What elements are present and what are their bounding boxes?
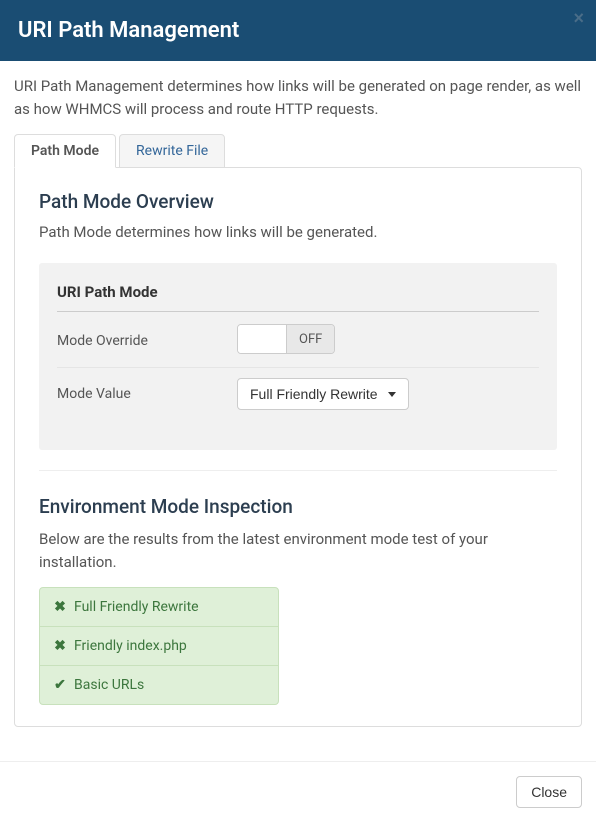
toggle-handle: [238, 325, 286, 353]
environment-section: Environment Mode Inspection Below are th…: [39, 495, 557, 705]
result-item-friendly-index: ✖ Friendly index.php: [39, 626, 279, 666]
modal-header: URI Path Management ×: [0, 0, 596, 61]
mode-value-label: Mode Value: [57, 386, 237, 402]
settings-row-override: Mode Override OFF: [57, 314, 539, 368]
x-icon: ✖: [54, 599, 66, 615]
mode-value-dropdown[interactable]: Full Friendly Rewrite: [237, 378, 409, 410]
environment-title: Environment Mode Inspection: [39, 495, 557, 518]
result-list: ✖ Full Friendly Rewrite ✖ Friendly index…: [39, 587, 279, 705]
settings-box: URI Path Mode Mode Override OFF Mode Val…: [39, 263, 557, 450]
mode-override-label: Mode Override: [57, 333, 237, 349]
check-icon: ✔: [54, 677, 66, 693]
modal-description: URI Path Management determines how links…: [14, 75, 582, 120]
mode-override-toggle[interactable]: OFF: [237, 324, 335, 354]
tab-path-mode[interactable]: Path Mode: [14, 134, 116, 168]
modal-body: URI Path Management determines how links…: [0, 61, 596, 737]
mode-value-control: Full Friendly Rewrite: [237, 378, 539, 410]
result-item-full-friendly-rewrite: ✖ Full Friendly Rewrite: [39, 587, 279, 627]
chevron-down-icon: [388, 392, 396, 397]
modal-footer: Close: [0, 761, 596, 822]
result-label: Friendly index.php: [74, 638, 187, 654]
tab-rewrite-file[interactable]: Rewrite File: [119, 134, 225, 168]
tabs: Path Mode Rewrite File: [14, 134, 582, 168]
result-label: Full Friendly Rewrite: [74, 599, 199, 615]
path-mode-description: Path Mode determines how links will be g…: [39, 223, 557, 241]
settings-row-value: Mode Value Full Friendly Rewrite: [57, 368, 539, 420]
result-label: Basic URLs: [74, 677, 144, 693]
path-mode-title: Path Mode Overview: [39, 190, 557, 213]
settings-heading: URI Path Mode: [57, 283, 539, 312]
tab-content: Path Mode Overview Path Mode determines …: [14, 167, 582, 727]
close-button[interactable]: Close: [516, 776, 582, 808]
divider: [39, 470, 557, 471]
environment-description: Below are the results from the latest en…: [39, 528, 557, 573]
x-icon: ✖: [54, 638, 66, 654]
mode-value-selected: Full Friendly Rewrite: [250, 386, 378, 402]
close-icon[interactable]: ×: [573, 8, 584, 29]
mode-override-control: OFF: [237, 324, 539, 357]
toggle-state: OFF: [286, 325, 334, 353]
modal-title: URI Path Management: [18, 18, 578, 43]
result-item-basic-urls: ✔ Basic URLs: [39, 665, 279, 705]
